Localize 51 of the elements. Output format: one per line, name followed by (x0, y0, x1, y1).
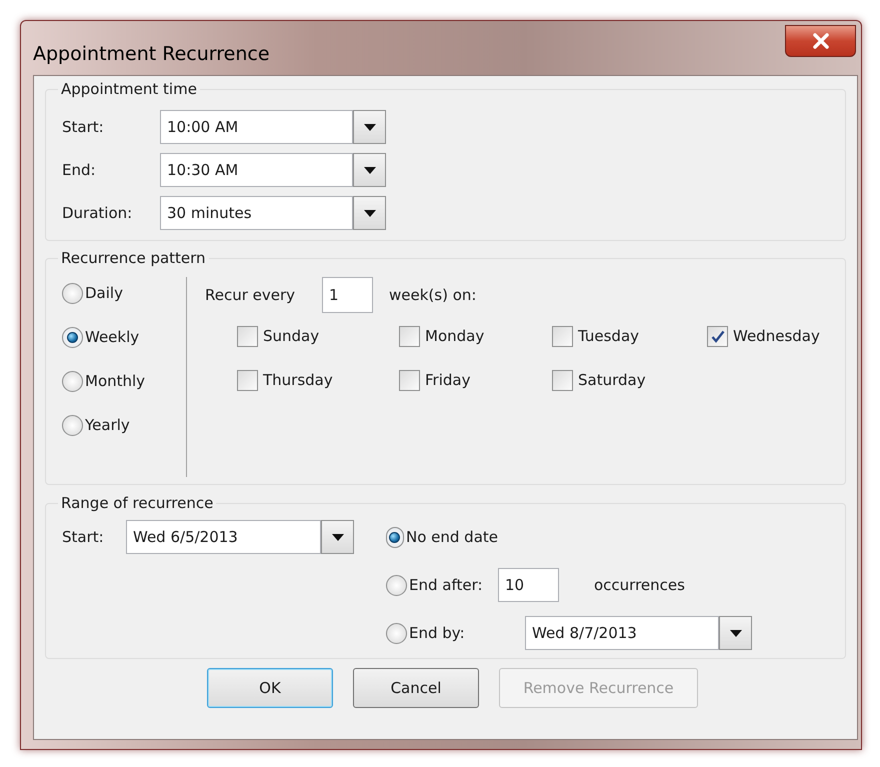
checkbox-label: Sunday (263, 326, 320, 348)
dropdown-arrow-icon (730, 630, 742, 636)
checkbox[interactable] (399, 326, 420, 347)
checkmark-icon (710, 330, 724, 343)
checkbox-label: Friday (425, 370, 470, 392)
field-label: week(s) on: (389, 284, 476, 306)
close-icon (812, 33, 830, 49)
radio-button[interactable] (62, 371, 83, 392)
radio-button[interactable] (62, 327, 83, 348)
checkbox[interactable] (707, 326, 728, 347)
radio-button[interactable] (386, 574, 407, 596)
dialog-button[interactable]: Cancel (353, 668, 479, 708)
radio-button[interactable] (386, 622, 407, 644)
radio-button[interactable] (62, 283, 83, 304)
dropdown-arrow-icon (332, 534, 344, 540)
checkbox-label: Wednesday (733, 326, 820, 348)
field-label: Start: (62, 116, 105, 138)
radio-label: No end date (406, 526, 498, 548)
checkbox-label: Thursday (263, 370, 333, 392)
checkbox-label: Tuesday (578, 326, 640, 348)
radio-button[interactable] (386, 526, 404, 548)
dropdown-arrow-icon (364, 166, 376, 174)
radio-button[interactable] (62, 415, 83, 436)
checkbox[interactable] (237, 326, 258, 347)
field-label: Recur every (205, 284, 296, 306)
checkbox[interactable] (399, 370, 420, 391)
checkbox-label: Monday (425, 326, 484, 348)
checkbox[interactable] (552, 370, 573, 391)
field-label: Start: (62, 526, 105, 548)
radio-label: End after: (409, 574, 483, 596)
radio-label: Daily (85, 283, 123, 304)
group-title: Range of recurrence (60, 493, 214, 513)
radio-label: End by: (409, 622, 465, 644)
dropdown-arrow-icon (364, 210, 376, 216)
checkbox[interactable] (552, 326, 573, 347)
field-label: Duration: (62, 202, 134, 224)
occurrences-field[interactable]: 10 (498, 568, 559, 602)
checkbox-label: Saturday (578, 370, 646, 392)
dialog-button[interactable]: OK (207, 668, 333, 708)
dropdown-arrow-icon (364, 124, 376, 130)
interval-field[interactable]: 1 (322, 277, 373, 313)
field-label: End: (62, 160, 97, 181)
radio-label: Yearly (85, 415, 130, 436)
close-button[interactable] (785, 25, 856, 57)
group-title: Recurrence pattern (60, 248, 207, 268)
radio-label: Monthly (85, 371, 146, 392)
radio-label: Weekly (85, 327, 140, 348)
field-label: occurrences (594, 574, 685, 596)
group-title: Appointment time (60, 79, 198, 99)
window-title: Appointment Recurrence (33, 42, 270, 67)
checkbox[interactable] (237, 370, 258, 391)
